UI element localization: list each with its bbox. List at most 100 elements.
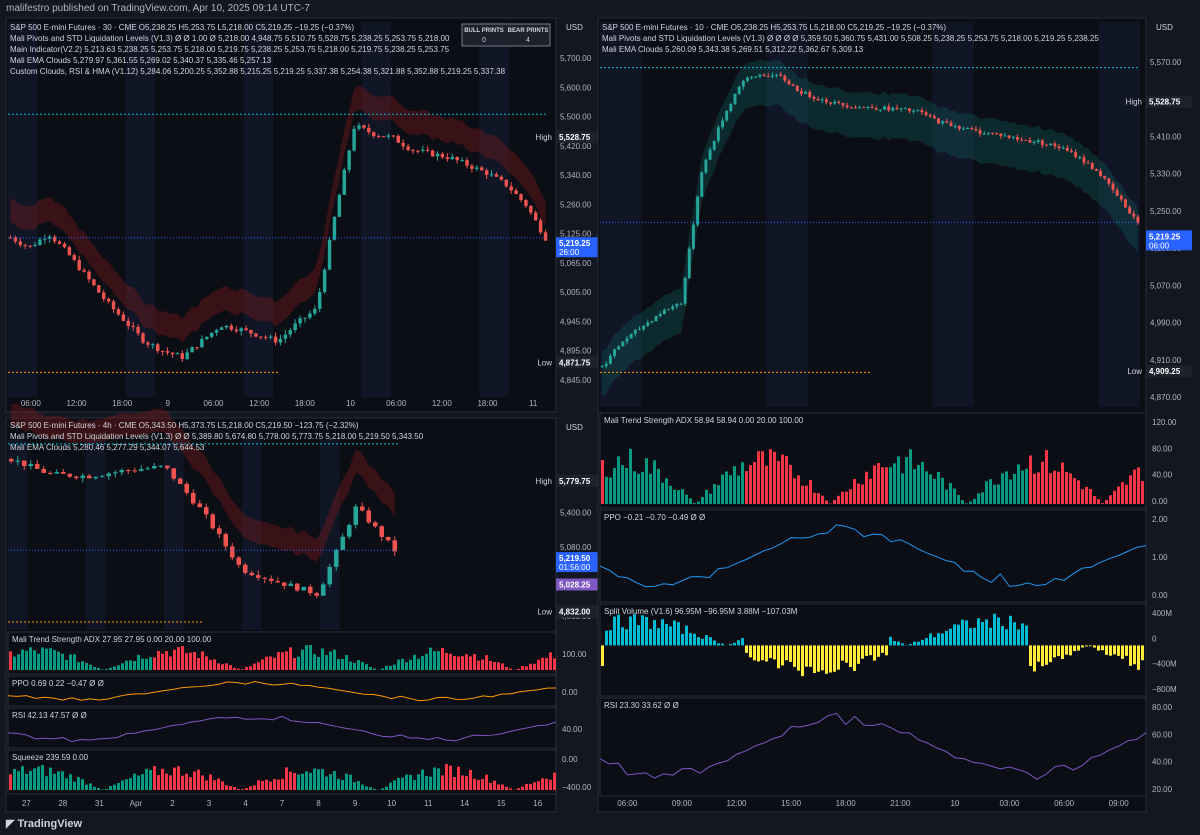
histogram-bar bbox=[1021, 470, 1024, 504]
candle-body bbox=[327, 239, 332, 270]
histogram-bar bbox=[73, 781, 76, 790]
histogram-bar bbox=[269, 781, 272, 790]
subpane-y-tick: 1.00 bbox=[1152, 553, 1168, 562]
histogram-bar bbox=[177, 647, 180, 670]
histogram-bar bbox=[793, 645, 796, 667]
histogram-bar bbox=[173, 767, 176, 790]
price-badge-value: 4,871.75 bbox=[559, 358, 591, 367]
histogram-bar bbox=[369, 787, 372, 790]
candle-body bbox=[499, 176, 504, 180]
histogram-bar bbox=[1129, 645, 1132, 666]
candle-body bbox=[675, 303, 679, 307]
histogram-bar bbox=[469, 656, 472, 670]
candle-body bbox=[34, 463, 40, 469]
histogram-bar bbox=[109, 786, 112, 790]
currency-label: USD bbox=[1156, 23, 1173, 32]
histogram-bar bbox=[501, 784, 504, 790]
histogram-bar bbox=[889, 636, 892, 646]
histogram-bar bbox=[393, 780, 396, 790]
candle-body bbox=[145, 468, 151, 470]
histogram-bar bbox=[797, 475, 800, 504]
histogram-bar bbox=[285, 767, 288, 790]
subpane-legend: PPO −0.21 −0.70 −0.49 Ø Ø bbox=[604, 513, 705, 522]
candle-body bbox=[180, 353, 184, 359]
histogram-bar bbox=[433, 651, 436, 670]
subpane-y-tick: −400M bbox=[1152, 660, 1177, 669]
panel-10m[interactable]: S&P 500 E-mini Futures · 10 · CME O5,238… bbox=[597, 17, 1192, 813]
candle-body bbox=[1053, 143, 1057, 147]
y-tick-label: 5,330.00 bbox=[1150, 170, 1182, 179]
histogram-bar bbox=[449, 653, 452, 670]
candle-body bbox=[613, 349, 616, 357]
histogram-bar bbox=[757, 451, 760, 504]
histogram-bar bbox=[721, 474, 724, 504]
panel-30m[interactable]: S&P 500 E-mini Futures · 30 · CME O5,238… bbox=[5, 17, 602, 413]
candle-body bbox=[737, 86, 741, 94]
subpane-y-tick: 40.00 bbox=[1152, 758, 1173, 767]
histogram-bar bbox=[953, 488, 956, 504]
histogram-bar bbox=[165, 651, 168, 670]
histogram-bar bbox=[809, 479, 812, 504]
x-tick-label: 12:00 bbox=[432, 399, 453, 408]
histogram-bar bbox=[65, 778, 68, 790]
histogram-bar bbox=[713, 640, 716, 646]
candle-body bbox=[278, 338, 283, 343]
histogram-bar bbox=[49, 648, 52, 670]
candle-body bbox=[937, 118, 940, 124]
y-tick-label: 4,945.00 bbox=[560, 317, 592, 326]
candle-body bbox=[23, 244, 27, 246]
chart-canvas[interactable]: S&P 500 E-mini Futures · 30 · CME O5,238… bbox=[0, 0, 1200, 835]
histogram-bar bbox=[965, 620, 968, 646]
x-tick-label: 9 bbox=[166, 399, 171, 408]
histogram-bar bbox=[369, 666, 372, 670]
x-tick-label: 06:00 bbox=[203, 399, 224, 408]
histogram-bar bbox=[1017, 629, 1020, 646]
panel-4h[interactable]: S&P 500 E-mini Futures · 4h · CME O5,343… bbox=[5, 403, 602, 813]
candle-body bbox=[347, 150, 351, 170]
histogram-bar bbox=[301, 773, 304, 790]
histogram-bar bbox=[809, 645, 812, 667]
histogram-bar bbox=[729, 644, 732, 646]
candle-body bbox=[941, 121, 945, 124]
candle-body bbox=[307, 586, 313, 594]
prints-header: BULL PRINTS bbox=[464, 28, 504, 34]
candle-body bbox=[662, 309, 666, 315]
candle-body bbox=[667, 309, 670, 311]
histogram-bar bbox=[129, 778, 132, 790]
histogram-bar bbox=[625, 629, 628, 646]
histogram-bar bbox=[117, 665, 120, 670]
histogram-bar bbox=[157, 775, 160, 790]
candle-body bbox=[264, 336, 268, 338]
histogram-bar bbox=[833, 500, 836, 504]
candle-body bbox=[146, 342, 150, 345]
histogram-bar bbox=[993, 484, 996, 504]
histogram-bar bbox=[97, 788, 100, 790]
subpane-legend: Mali Trend Strength ADX 58.94 58.94 0.00… bbox=[604, 416, 804, 425]
price-badge-value: 5,528.75 bbox=[1149, 98, 1181, 107]
histogram-bar bbox=[481, 779, 484, 790]
histogram-bar bbox=[1065, 645, 1068, 655]
histogram-bar bbox=[313, 768, 316, 790]
candle-body bbox=[136, 327, 140, 334]
histogram-bar bbox=[293, 658, 296, 670]
histogram-bar bbox=[361, 784, 364, 790]
histogram-bar bbox=[305, 645, 308, 670]
histogram-bar bbox=[1125, 484, 1128, 504]
histogram-bar bbox=[797, 645, 800, 671]
histogram-bar bbox=[469, 770, 472, 790]
histogram-bar bbox=[941, 633, 944, 646]
y-tick-label: 5,065.00 bbox=[560, 259, 592, 268]
price-badge-label: Low bbox=[1127, 367, 1142, 376]
histogram-bar bbox=[1049, 473, 1052, 504]
x-tick-label: 15:00 bbox=[781, 799, 802, 808]
candle-body bbox=[908, 108, 911, 112]
histogram-bar bbox=[921, 639, 924, 646]
histogram-bar bbox=[197, 769, 200, 790]
histogram-bar bbox=[753, 462, 756, 504]
histogram-bar bbox=[673, 620, 676, 646]
histogram-bar bbox=[433, 767, 436, 790]
histogram-bar bbox=[677, 622, 680, 646]
histogram-bar bbox=[461, 656, 464, 670]
histogram-bar bbox=[1133, 645, 1136, 665]
candle-body bbox=[224, 325, 229, 328]
